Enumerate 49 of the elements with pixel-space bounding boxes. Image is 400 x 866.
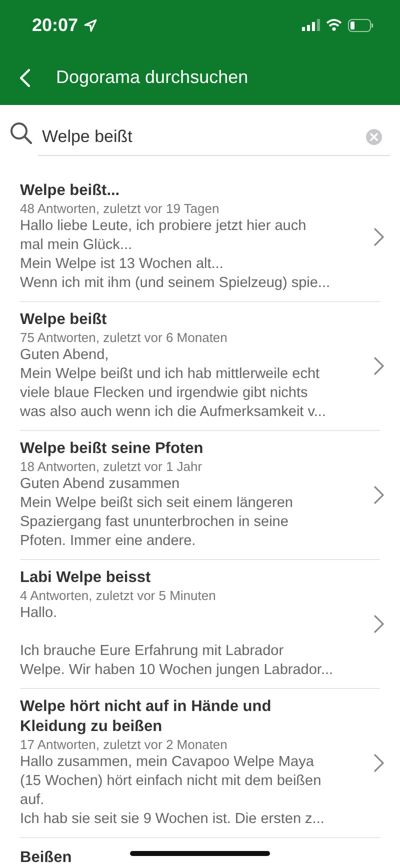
chevron-right-icon <box>374 228 384 246</box>
result-title: Welpe hört nicht auf in Hände und Kleidung zu beißen <box>20 697 272 737</box>
status-time: 20:07 <box>32 14 78 36</box>
location-arrow-icon <box>84 18 98 32</box>
result-meta: 17 Antworten, zuletzt vor 2 Monaten <box>20 737 228 753</box>
signal-icon <box>302 19 320 31</box>
back-icon[interactable] <box>20 68 30 86</box>
preview-line: Pfoten. Immer eine andere. <box>20 532 197 551</box>
preview-line: Mein Welpe beißt und ich hab mittlerweile echt <box>20 365 321 384</box>
result-title: Welpe beißt seine Pfoten <box>20 439 204 459</box>
search-icon <box>10 122 32 144</box>
result-meta: 4 Antworten, zuletzt vor 5 Minuten <box>20 588 217 604</box>
preview-line: Hallo. <box>20 604 58 623</box>
chevron-right-icon <box>374 357 384 375</box>
chevron-right-icon <box>374 486 384 504</box>
preview-line: auf. <box>20 791 46 810</box>
preview-line: Mein Welpe beißt sich seit einem längeren <box>20 494 294 513</box>
result-item[interactable]: Welpe beißt... 48 Antworten, zuletzt vor 19 Tagen Hallo liebe Leute, ich probiere jetzt hier auch mal mein Glück... Mein Welpe ist 13 Wochen alt... Wenn ich mit ihm (und seinem Spielzeug) spie... <box>20 173 380 302</box>
wifi-icon <box>326 19 342 31</box>
preview-line: Guten Abend zusammen <box>20 475 181 494</box>
result-item[interactable]: Labi Welpe beisst 4 Antworten, zuletzt vor 5 Minuten Hallo. Ich brauche Eure Erfahrung mit Labrador Welpe. Wir haben 10 Wochen jungen Labrador... <box>20 560 380 689</box>
result-item[interactable]: Beißen <box>20 838 380 866</box>
result-meta: 48 Antworten, zuletzt vor 19 Tagen <box>20 201 220 217</box>
result-meta: 75 Antworten, zuletzt vor 6 Monaten <box>20 330 228 346</box>
preview-line: was also auch wenn ich die Aufmerksamkeit v... <box>20 403 327 422</box>
screen-title: Dogorama durchsuchen <box>56 67 248 88</box>
preview-line: mal mein Glück... <box>20 236 133 255</box>
chevron-right-icon <box>374 615 384 633</box>
result-title: Welpe beißt... <box>20 181 120 201</box>
battery-icon <box>348 18 374 32</box>
preview-line: Mein Welpe ist 13 Wochen alt... <box>20 255 224 274</box>
search-field[interactable]: Welpe beißt <box>38 127 366 147</box>
preview-line: Spaziergang fast ununterbrochen in seine <box>20 513 290 532</box>
result-title: Welpe beißt <box>20 310 107 330</box>
preview-line: Hallo zusammen, mein Cavapoo Welpe Maya <box>20 753 315 772</box>
preview-line: Hallo liebe Leute, ich probiere jetzt hier auch <box>20 217 308 236</box>
preview-line: viele blaue Flecken und irgendwie gibt nichts <box>20 384 309 403</box>
result-meta: 18 Antworten, zuletzt vor 1 Jahr <box>20 459 204 475</box>
preview-line: Wenn ich mit ihm (und seinem Spielzeug) spie... <box>20 274 332 293</box>
chevron-right-icon <box>374 754 384 772</box>
preview-line: Ich brauche Eure Erfahrung mit Labrador <box>20 642 285 661</box>
result-title: Beißen <box>20 848 72 866</box>
preview-line: Ich hab sie seit sie 9 Wochen ist. Die ersten z... <box>20 810 326 829</box>
preview-line: Guten Abend, <box>20 346 110 365</box>
result-item[interactable]: Welpe beißt 75 Antworten, zuletzt vor 6 Monaten Guten Abend, Mein Welpe beißt und ich hab mittlerweile echt viele blaue Flecken und irgendwie gibt nichts was also auch wenn ich die Aufmerksamkeit v... <box>20 302 380 431</box>
result-title: Labi Welpe beisst <box>20 568 151 588</box>
result-item[interactable]: Welpe beißt seine Pfoten 18 Antworten, zuletzt vor 1 Jahr Guten Abend zusammen Mein Welpe beißt sich seit einem längeren Spaziergang fast ununterbrochen in seine Pfoten. Immer eine andere. <box>20 431 380 560</box>
preview-line: (15 Wochen) hört einfach nicht mit dem beißen <box>20 772 322 791</box>
preview-line: Welpe. Wir haben 10 Wochen jungen Labrador... <box>20 661 334 680</box>
